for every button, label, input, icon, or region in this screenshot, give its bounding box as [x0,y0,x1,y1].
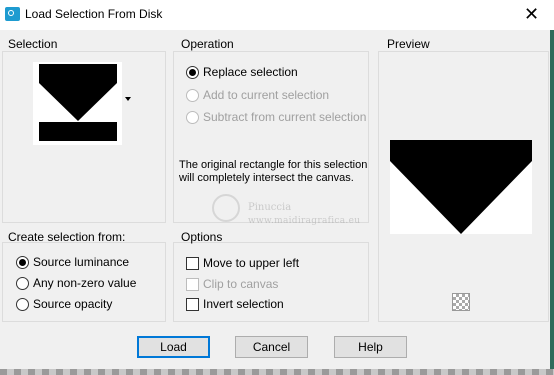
create-selection-group-label: Create selection from: [8,230,126,244]
title-bar: Load Selection From Disk ✕ [0,0,554,30]
radio-button[interactable] [186,111,199,124]
chevron-down-icon[interactable] [125,97,131,101]
radio-label: Source opacity [33,297,113,311]
selection-thumbnail[interactable] [33,62,122,145]
options-group-label: Options [181,230,223,244]
selection-thumbnail-image [33,62,122,145]
radio-button[interactable] [16,298,29,311]
watermark-site: www.maidiragrafica.eu [248,216,361,226]
preview-image [390,140,532,234]
checkbox-label: Clip to canvas [203,277,279,291]
background-taskbar-strip [0,369,554,375]
preview-shape [390,140,532,234]
cancel-button[interactable]: Cancel [235,336,308,358]
watermark-name: Pinuccia [248,202,292,213]
checkbox[interactable] [186,257,199,270]
radio-button[interactable] [186,66,199,79]
watermark: Pinuccia www.maidiragrafica.eu [212,194,368,234]
window-title: Load Selection From Disk [25,7,163,21]
preview-group-label: Preview [387,37,430,51]
radio-button[interactable] [186,89,199,102]
checkbox-label: Invert selection [203,297,284,311]
watermark-logo-icon [212,194,240,222]
camera-app-icon [5,7,20,21]
radio-label: Replace selection [203,65,298,79]
background-window-edge [550,30,554,369]
help-button[interactable]: Help [334,336,407,358]
selection-group-label: Selection [8,37,58,51]
radio-button[interactable] [16,277,29,290]
radio-label: Any non-zero value [33,276,137,290]
load-button[interactable]: Load [137,336,210,358]
radio-button[interactable] [16,256,29,269]
checkerboard-icon[interactable] [452,293,470,311]
checkbox[interactable] [186,278,199,291]
radio-label: Source luminance [33,255,130,269]
operation-note: The original rectangle for this selectio… [179,159,368,184]
checkbox-label: Move to upper left [203,256,300,270]
radio-label: Subtract from current selection [203,110,367,124]
checkbox[interactable] [186,298,199,311]
operation-group-label: Operation [181,37,234,51]
close-button[interactable]: ✕ [509,0,554,30]
radio-label: Add to current selection [203,88,330,102]
